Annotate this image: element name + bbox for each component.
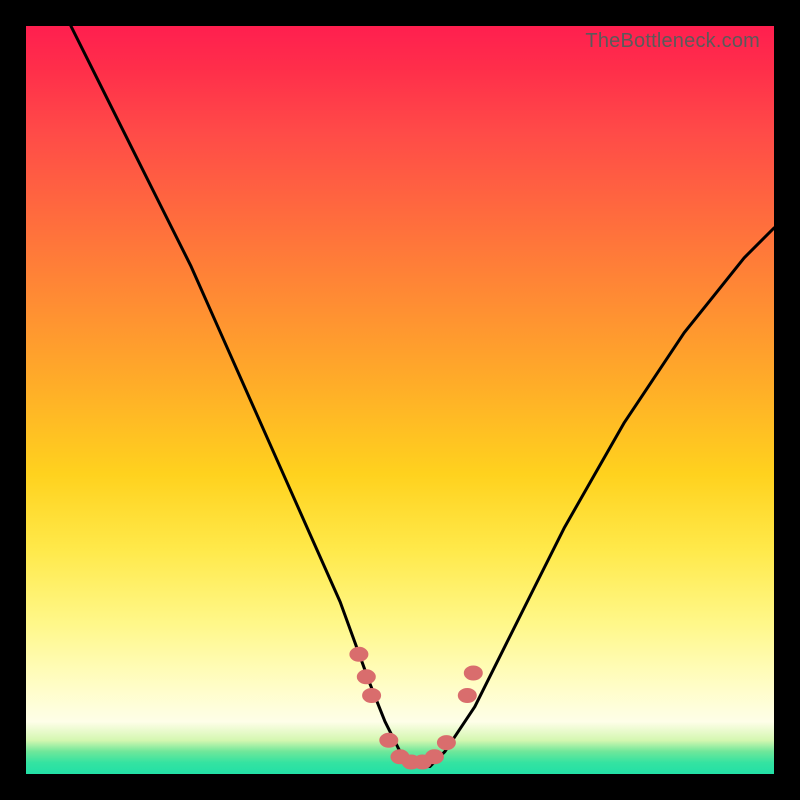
curve-marker (458, 689, 476, 703)
curve-marker (350, 647, 368, 661)
curve-marker (437, 736, 455, 750)
curve-marker (363, 689, 381, 703)
chart-frame: TheBottleneck.com (0, 0, 800, 800)
curve-marker (380, 733, 398, 747)
curve-marker (357, 670, 375, 684)
curve-markers (26, 26, 774, 774)
curve-marker (425, 750, 443, 764)
chart-plot-area: TheBottleneck.com (26, 26, 774, 774)
curve-marker (464, 666, 482, 680)
